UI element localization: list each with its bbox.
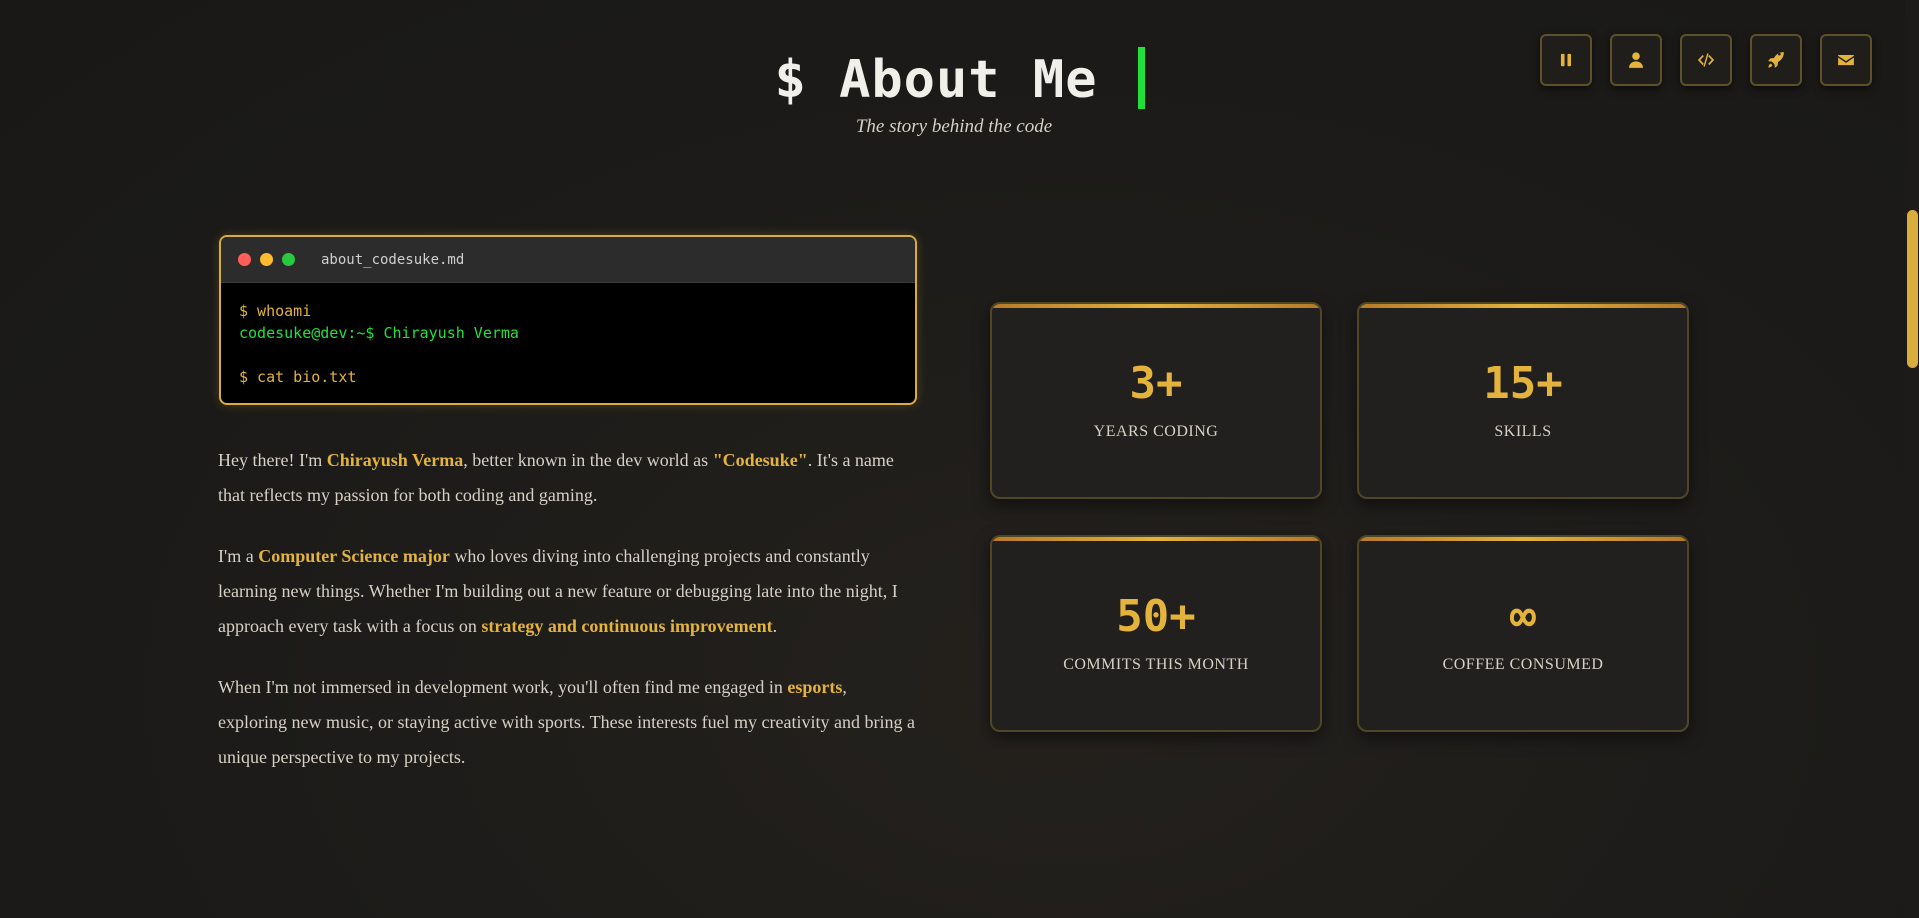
scrollbar-thumb[interactable] bbox=[1907, 210, 1918, 368]
pause-button[interactable] bbox=[1540, 34, 1592, 86]
terminal-command: $ whoami bbox=[239, 302, 312, 320]
stat-card-years: 3+ YEARS CODING bbox=[990, 302, 1322, 499]
highlight-esports: esports bbox=[787, 677, 843, 697]
rocket-button[interactable] bbox=[1750, 34, 1802, 86]
nav-button-group bbox=[1540, 34, 1872, 86]
bio-paragraph: Hey there! I'm Chirayush Verma, better k… bbox=[218, 443, 918, 513]
code-button[interactable] bbox=[1680, 34, 1732, 86]
bio-text-run: , better known in the dev world as bbox=[463, 450, 713, 470]
code-icon bbox=[1697, 53, 1715, 67]
minimize-dot-icon bbox=[260, 253, 273, 266]
bio-text-run: . bbox=[772, 616, 778, 636]
terminal-output: codesuke@dev:~$ Chirayush Verma bbox=[239, 324, 519, 342]
page-subtitle: The story behind the code bbox=[855, 116, 1053, 137]
page-title-text: $ About Me bbox=[774, 49, 1098, 110]
stat-value: 3+ bbox=[1129, 358, 1183, 409]
highlight-name: Chirayush Verma bbox=[326, 450, 464, 470]
terminal-body: $ whoami codesuke@dev:~$ Chirayush Verma… bbox=[221, 283, 915, 403]
terminal-window: about_codesuke.md $ whoami codesuke@dev:… bbox=[219, 235, 917, 405]
highlight-strategy: strategy and continuous improvement bbox=[481, 616, 773, 636]
stat-label: COFFEE CONSUMED bbox=[1442, 656, 1604, 673]
bio-text-run: When I'm not immersed in development wor… bbox=[218, 677, 788, 697]
stat-card-coffee: ∞ COFFEE CONSUMED bbox=[1357, 535, 1689, 732]
highlight-nickname: "Codesuke" bbox=[712, 450, 808, 470]
bio-text-run: I'm a bbox=[218, 546, 259, 566]
bio-paragraph: When I'm not immersed in development wor… bbox=[218, 670, 918, 775]
user-icon bbox=[1629, 52, 1643, 68]
bio-text: Hey there! I'm Chirayush Verma, better k… bbox=[218, 443, 918, 801]
terminal-titlebar: about_codesuke.md bbox=[221, 237, 915, 283]
stat-value: 50+ bbox=[1116, 591, 1196, 642]
rocket-icon bbox=[1768, 52, 1784, 68]
bio-text-run: Hey there! I'm bbox=[218, 450, 327, 470]
highlight-major: Computer Science major bbox=[258, 546, 450, 566]
blinking-cursor bbox=[1137, 46, 1145, 109]
terminal-command: $ cat bio.txt bbox=[239, 368, 357, 386]
envelope-icon bbox=[1838, 54, 1854, 66]
stat-card-commits: 50+ COMMITS THIS MONTH bbox=[990, 535, 1322, 732]
close-dot-icon bbox=[238, 253, 251, 266]
stat-value: 15+ bbox=[1483, 358, 1563, 409]
pause-icon bbox=[1560, 53, 1572, 67]
scrollbar-track[interactable] bbox=[1905, 0, 1919, 918]
maximize-dot-icon bbox=[282, 253, 295, 266]
stat-value: ∞ bbox=[1509, 591, 1537, 642]
terminal-filename: about_codesuke.md bbox=[321, 251, 465, 268]
stat-label: YEARS CODING bbox=[1093, 423, 1219, 440]
stat-label: SKILLS bbox=[1494, 423, 1552, 440]
bio-paragraph: I'm a Computer Science major who loves d… bbox=[218, 539, 918, 644]
about-button[interactable] bbox=[1610, 34, 1662, 86]
stat-card-skills: 15+ SKILLS bbox=[1357, 302, 1689, 499]
contact-button[interactable] bbox=[1820, 34, 1872, 86]
stat-label: COMMITS THIS MONTH bbox=[1063, 656, 1249, 673]
